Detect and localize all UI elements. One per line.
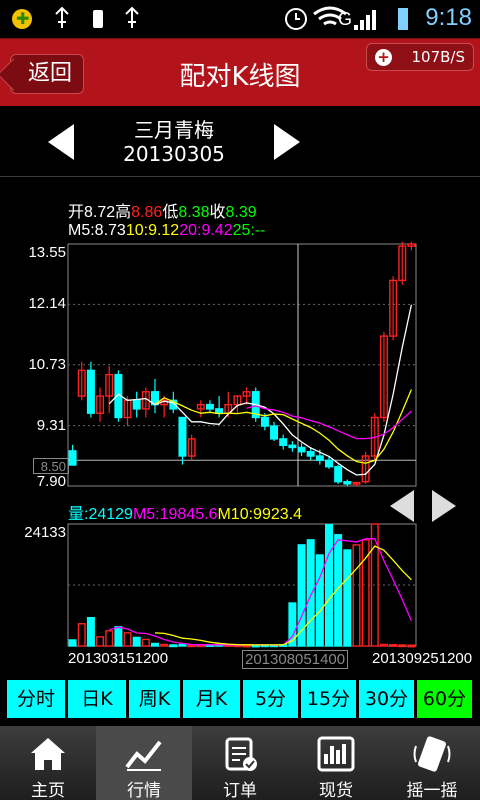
chart-prev-page-icon[interactable] — [388, 488, 416, 524]
period-tab-intraday[interactable]: 分时 — [7, 680, 65, 718]
period-tab-5min[interactable]: 5分 — [243, 680, 298, 718]
candle-body-27 — [315, 455, 324, 462]
candle-body-0 — [68, 450, 77, 466]
period-tab-30min[interactable]: 30分 — [359, 680, 414, 718]
candle-body-16 — [215, 408, 224, 414]
candle-body-24 — [288, 444, 297, 449]
bar-chart-icon — [317, 736, 355, 772]
candle-body-30 — [343, 481, 352, 485]
volume-bar-11 — [169, 644, 178, 648]
x-axis-right-date: 201309251200 — [372, 650, 473, 667]
x-axis-cursor-date: 201308051400 — [242, 650, 349, 669]
volume-m5-label: M5: — [132, 506, 160, 523]
bottom-tab-bar: 主页 行情 订单 现货 摇一摇 — [0, 726, 480, 800]
period-selector: 分时 日K 周K 月K 5分 15分 30分 60分 — [0, 676, 480, 720]
period-tab-monthly[interactable]: 月K — [183, 680, 240, 718]
volume-m10-value: 9923.4 — [253, 506, 302, 523]
candle-body-12 — [178, 416, 187, 457]
volume-bar-6 — [123, 632, 132, 647]
ma10-line — [154, 389, 412, 464]
candle-body-2 — [86, 369, 95, 414]
volume-bar-10 — [160, 643, 169, 647]
tab-home[interactable]: 主页 — [0, 726, 96, 800]
candle-body-25 — [297, 446, 306, 453]
period-tab-weekly[interactable]: 周K — [129, 680, 180, 718]
price-chart[interactable] — [0, 0, 480, 676]
volume-ma5-line — [109, 538, 412, 646]
volume-bar-3 — [96, 636, 105, 647]
period-tab-60min[interactable]: 60分 — [417, 680, 472, 718]
volume-bar-9 — [151, 642, 159, 647]
trend-chart-icon — [125, 740, 162, 771]
volume-bar-30 — [343, 549, 352, 647]
x-axis-left-date: 201303151200 — [68, 650, 169, 667]
tab-shake[interactable]: 摇一摇 — [384, 726, 480, 800]
order-clipboard-icon — [225, 737, 257, 771]
volume-bar-0 — [68, 639, 77, 647]
volume-ma10-line — [154, 545, 412, 646]
volume-bar-27 — [315, 554, 324, 647]
volume-label: 量: — [68, 506, 89, 523]
volume-bar-31 — [352, 544, 361, 647]
volume-bar-2 — [86, 616, 95, 647]
volume-max-tick: 24133 — [24, 524, 66, 541]
app-screen: ✚ G 9:18 返回 配对K线图 + 107B/S 三月青梅 20130305… — [0, 0, 480, 800]
volume-bar-1 — [77, 623, 86, 647]
tab-home-label: 主页 — [31, 781, 65, 800]
volume-m10-label: M10: — [217, 506, 254, 523]
tab-market-label: 行情 — [127, 781, 161, 800]
volume-bar-5 — [114, 626, 123, 647]
volume-bar-12 — [178, 643, 187, 647]
candle-body-22 — [270, 425, 279, 440]
candle-body-29 — [334, 466, 343, 483]
volume-value: 24129 — [88, 506, 133, 523]
chart-next-page-icon[interactable] — [430, 488, 458, 524]
candle-body-21 — [260, 416, 269, 427]
tab-shake-label: 摇一摇 — [406, 781, 458, 800]
candle-body-15 — [205, 403, 214, 410]
shake-phone-icon — [413, 736, 451, 772]
tab-spot[interactable]: 现货 — [288, 726, 384, 800]
volume-bar-35 — [389, 644, 398, 647]
tab-orders[interactable]: 订单 — [192, 726, 288, 800]
candle-body-26 — [306, 451, 315, 457]
volume-bar-26 — [306, 539, 315, 647]
period-tab-15min[interactable]: 15分 — [301, 680, 356, 718]
candle-body-23 — [279, 438, 288, 447]
tab-market[interactable]: 行情 — [96, 726, 192, 800]
tab-spot-label: 现货 — [319, 781, 353, 800]
volume-bar-28 — [325, 523, 333, 647]
tab-orders-label: 订单 — [223, 781, 257, 800]
candle-body-28 — [325, 459, 333, 468]
home-icon — [31, 738, 65, 770]
volume-bar-4 — [105, 630, 114, 647]
period-tab-daily[interactable]: 日K — [68, 680, 126, 718]
volume-bar-7 — [132, 636, 141, 647]
volume-bar-8 — [141, 638, 150, 647]
volume-m5-value: 19845.6 — [159, 506, 218, 523]
candle-body-7 — [132, 399, 141, 410]
volume-readout: 量:24129M5:19845.6M10:9923.4 — [68, 500, 302, 524]
volume-bar-34 — [379, 643, 388, 647]
